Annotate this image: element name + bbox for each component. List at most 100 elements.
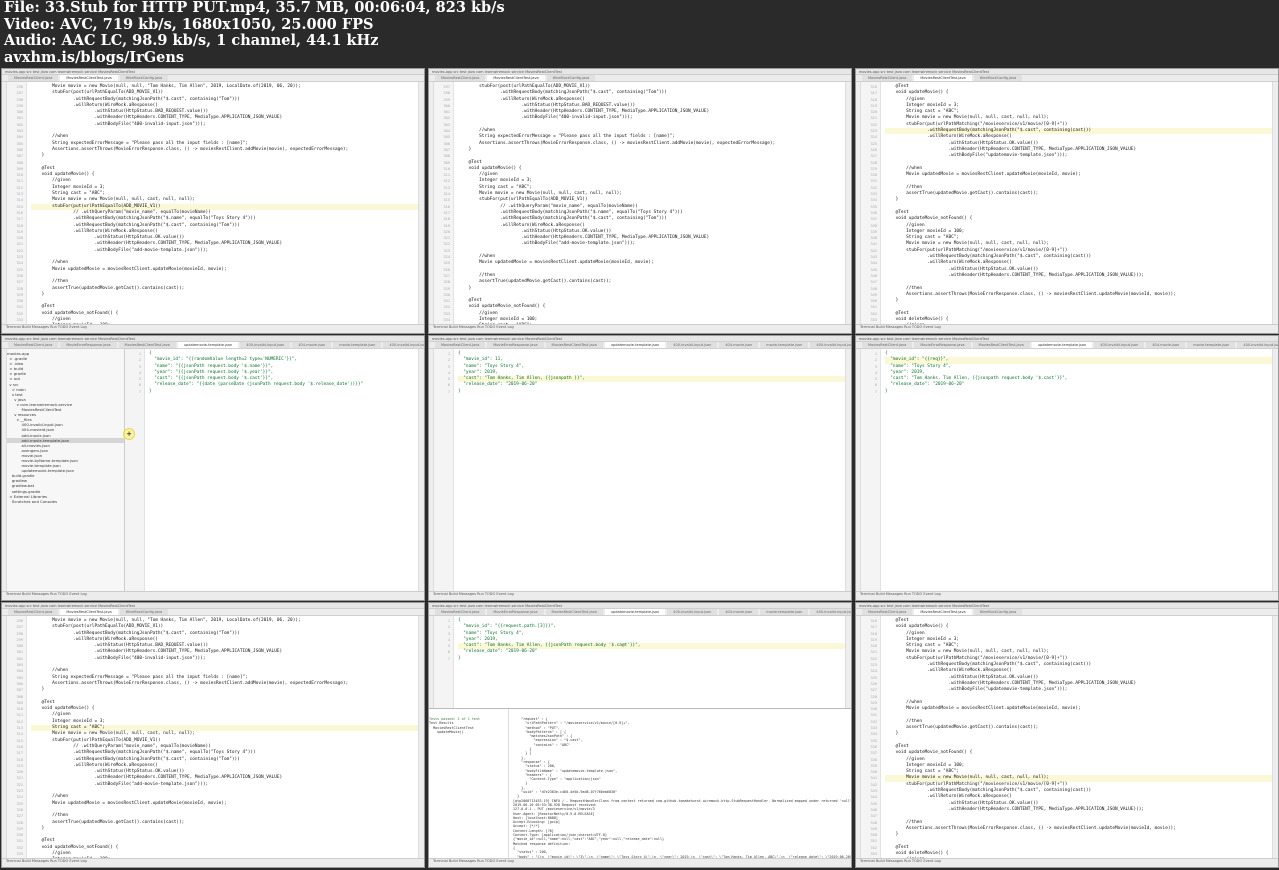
audio-line: Audio: AAC LC, 98.9 kb/s, 1 channel, 44.… — [4, 32, 379, 49]
mouse-cursor-highlight: + — [123, 428, 135, 440]
editor-tab[interactable]: updatemovie-template.json — [177, 342, 239, 348]
editor-tab[interactable]: MovieErrorResponse.java — [914, 342, 971, 348]
editor-tab[interactable]: updatemovie-template.json — [1031, 342, 1093, 348]
editor-tabs: MoviesRestClient.java MoviesRestClientTes… — [856, 75, 1278, 82]
editor-tab[interactable]: 404-movie.json — [719, 609, 759, 615]
code-editor[interactable]: stubFor(post(urlPathEqualTo(ADD_MOVIE_V1… — [454, 82, 845, 324]
code-editor[interactable]: @Test void updateMovie() { //given Integ… — [881, 616, 1272, 858]
ide-screenshot-thumbnail: movies-app src test java com learnwiremo… — [428, 68, 852, 334]
code-editor[interactable]: { "movie_id": "{{randomValue length=2 ty… — [145, 349, 418, 591]
line-number-gutter: 1234567 — [861, 349, 881, 591]
project-tree: movies-app > .gradle > .idea > build > g… — [7, 349, 125, 591]
editor-tab[interactable]: MoviesRestClient.java — [435, 75, 486, 81]
editor-tab[interactable]: movie-template.json — [1187, 342, 1236, 348]
line-number-gutter: 296 297 298 299 300 301 302 303 304 305 306 307 308 3… — [7, 82, 27, 333]
editor-tabs: MoviesRestClient.java MovieErrorResponse.… — [429, 609, 851, 616]
bottom-tool-bar: Terminal Build Messages Run TODO Event L… — [2, 324, 424, 333]
editor-tabs: MoviesRestClient.java MovieErrorResponse.… — [429, 342, 851, 349]
editor-tab[interactable]: MovieErrorResponse.java — [487, 342, 544, 348]
code-editor[interactable]: { "movie_id": "{{req}}", "name": "Toys S… — [881, 349, 1272, 591]
editor-tabs: MoviesRestClient.java MoviesRestClientTes… — [2, 75, 424, 82]
right-tool-strip — [845, 82, 851, 324]
right-tool-strip — [418, 349, 424, 591]
line-number-gutter: 297 298 299 300 301 302 303 304 305 306 307 308 309 3… — [434, 82, 454, 333]
line-number-gutter: 316 317 318 319 320 321 322 323 324 325 326 327 328 3… — [861, 82, 881, 333]
bottom-tool-bar: Terminal Build Messages Run TODO Event L… — [856, 591, 1278, 600]
right-tool-strip — [1272, 82, 1278, 324]
bottom-tool-bar: Terminal Build Messages Run TODO Event L… — [2, 858, 424, 867]
editor-tab[interactable]: MovieErrorResponse.java — [487, 609, 544, 615]
code-editor[interactable]: @Test void updateMovie() { //given Integ… — [881, 82, 1272, 324]
editor-tab[interactable]: MoviesRestClient.java — [862, 342, 913, 348]
ide-screenshot-thumbnail: movies-app src test java com learnwiremo… — [428, 602, 852, 868]
line-number-gutter: 296 297 298 299 300 301 302 303 304 305 306 307 308 3… — [7, 616, 27, 867]
editor-tab[interactable]: WireMockConfig.java — [546, 75, 596, 81]
editor-tab[interactable]: updatemovie-template.json — [604, 609, 666, 615]
editor-tab[interactable]: 400-invalid-input.json — [1094, 342, 1145, 348]
ide-screenshot-thumbnail: movies-app src test java com learnwiremo… — [855, 602, 1279, 868]
ide-screenshot-thumbnail: movies-app src test java com learnwiremo… — [1, 335, 425, 601]
ide-screenshot-thumbnail: movies-app src test java com learnwiremo… — [428, 335, 852, 601]
editor-tab[interactable]: 400-invalid-input.json — [383, 342, 424, 348]
line-number-gutter: 1234567 — [434, 349, 454, 591]
editor-tab[interactable]: MoviesRestClient.java — [8, 75, 59, 81]
editor-tab[interactable]: MovieErrorResponse.java — [60, 342, 117, 348]
editor-tab[interactable]: WireMockConfig.java — [973, 75, 1023, 81]
code-line: } — [458, 655, 461, 661]
editor-tab[interactable]: MoviesRestClientTest.java — [487, 75, 545, 81]
editor-tab[interactable]: WireMockConfig.java — [119, 609, 169, 615]
project-tree-item[interactable]: Scratches and Consoles — [7, 499, 124, 504]
code-line: } — [885, 388, 888, 394]
line-number-gutter: 1234567 — [125, 349, 145, 591]
video-line: Video: AVC, 719 kb/s, 1680x1050, 25.000 … — [4, 15, 374, 33]
editor-tabs: MoviesRestClient.java MovieErrorResponse.… — [2, 342, 424, 349]
editor-tab[interactable]: MoviesRestClient.java — [862, 75, 913, 81]
editor-tab[interactable]: 400-invalid-input.json — [667, 609, 718, 615]
editor-tab[interactable]: movie-template.json — [760, 342, 809, 348]
ide-screenshot-thumbnail: movies-app src test java com learnwiremo… — [855, 335, 1279, 601]
editor-area: 316 317 318 319 320 321 322 323 324 325 326 327 328 3… — [856, 616, 1278, 867]
editor-tab[interactable]: MoviesRestClientTest.java — [972, 342, 1030, 348]
editor-tab[interactable]: MoviesRestClient.java — [8, 609, 59, 615]
editor-tab[interactable]: 400-invalid-input.json — [1237, 342, 1278, 348]
editor-tab[interactable]: MoviesRestClientTest.java — [914, 75, 972, 81]
right-tool-strip — [418, 616, 424, 858]
editor-tab[interactable]: MoviesRestClientTest.java — [914, 609, 972, 615]
right-tool-strip — [1272, 349, 1278, 591]
editor-tab[interactable]: MoviesRestClient.java — [435, 609, 486, 615]
editor-tabs: MoviesRestClient.java MoviesRestClientTes… — [429, 75, 851, 82]
test-result-item[interactable]: updateMovie() — [429, 730, 508, 734]
editor-tab[interactable]: MoviesRestClientTest.java — [60, 75, 118, 81]
code-editor[interactable]: Movie movie = new Movie(null, null, "Tom… — [27, 82, 418, 324]
code-editor[interactable]: Movie movie = new Movie(null, null, "Tom… — [27, 616, 418, 858]
editor-area: 1 2 3 4 5 6 7{ "movie_id": 11, "name": "Toys S… — [429, 349, 851, 591]
editor-tab[interactable]: 404-movie.json — [1146, 342, 1186, 348]
editor-tab[interactable]: updatemovie-template.json — [604, 342, 666, 348]
editor-tab[interactable]: MoviesRestClientTest.java — [545, 342, 603, 348]
code-editor[interactable]: { "movie_id": 11, "name": "Toys Story 4"… — [454, 349, 845, 591]
editor-tab[interactable]: MoviesRestClientTest.java — [545, 609, 603, 615]
editor-tabs: MoviesRestClient.java MovieErrorResponse.… — [856, 342, 1278, 349]
editor-tab[interactable]: 404-movie.json — [719, 342, 759, 348]
bottom-tool-bar: Terminal Build Messages Run TODO Event L… — [2, 591, 424, 600]
editor-tab[interactable]: movie-template.json — [333, 342, 382, 348]
editor-tab[interactable]: MoviesRestClient.java — [862, 609, 913, 615]
editor-tab[interactable]: MoviesRestClientTest.java — [118, 342, 176, 348]
source-line: avxhm.is/blogs/IrGens — [4, 48, 185, 66]
line-number: 7 — [447, 389, 450, 394]
editor-tab[interactable]: MoviesRestClient.java — [8, 342, 59, 348]
line-number: 7 — [447, 656, 450, 661]
test-results-tree: Tests passed: 1 of 1 test Test Results Mo… — [429, 709, 509, 858]
editor-tab[interactable]: WireMockConfig.java — [119, 75, 169, 81]
editor-tab[interactable]: 400-invalid-input.json — [667, 342, 718, 348]
editor-tab[interactable]: 400-invalid-input.json — [810, 342, 851, 348]
right-tool-strip — [1272, 616, 1278, 858]
editor-tab[interactable]: WireMockConfig.java — [973, 609, 1023, 615]
editor-tab[interactable]: movie-template.json — [760, 609, 809, 615]
editor-tab[interactable]: MoviesRestClient.java — [435, 342, 486, 348]
editor-tab[interactable]: MoviesRestClientTest.java — [60, 609, 118, 615]
editor-tab[interactable]: 400-invalid-input.json — [810, 609, 851, 615]
editor-tab[interactable]: 404-movie.json — [292, 342, 332, 348]
editor-tab[interactable]: 400-invalid-input.json — [240, 342, 291, 348]
editor-tabs: MoviesRestClient.java MoviesRestClientTes… — [2, 609, 424, 616]
